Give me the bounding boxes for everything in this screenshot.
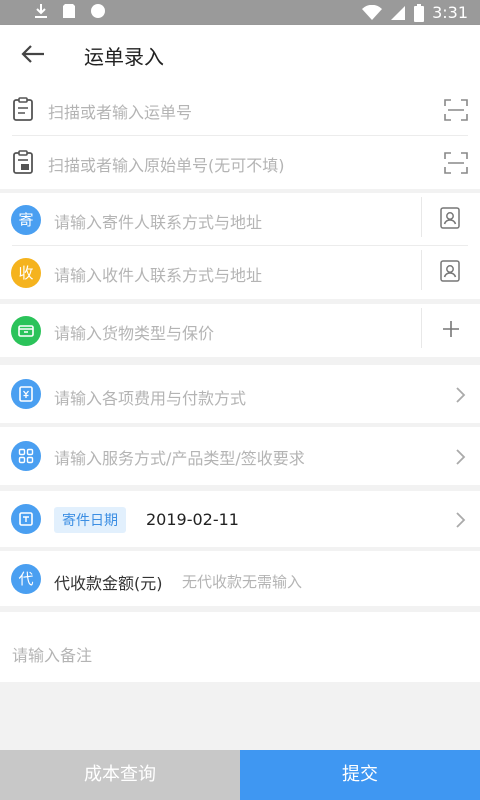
fee-receipt-icon — [11, 379, 41, 409]
sender-badge: 寄 — [11, 205, 41, 235]
download-icon — [34, 3, 48, 19]
contacts-card: 寄 请输入寄件人联系方式与地址 收 请输入收件人联系方式与地址 — [0, 193, 480, 299]
receiver-row[interactable]: 收 请输入收件人联系方式与地址 — [0, 246, 480, 299]
cod-label: 代收款金额(元) — [54, 574, 163, 593]
submit-button[interactable]: 提交 — [240, 750, 480, 800]
date-row[interactable]: 寄件日期 2019-02-11 — [0, 491, 480, 547]
original-number-row[interactable]: 扫描或者输入原始单号(无可不填) — [0, 136, 480, 189]
chevron-right-icon[interactable] — [454, 511, 466, 529]
clipboard-barcode-icon — [12, 150, 34, 174]
clock-time: 3:31 — [432, 3, 468, 22]
goods-input[interactable]: 请输入货物类型与保价 — [54, 320, 214, 344]
calendar-icon — [11, 504, 41, 534]
vertical-divider — [421, 250, 422, 290]
clipboard-icon — [12, 97, 34, 121]
ship-date-value[interactable]: 2019-02-11 — [146, 510, 239, 529]
service-input[interactable]: 请输入服务方式/产品类型/签收要求 — [54, 445, 305, 469]
waybill-card: 扫描或者输入运单号 扫描或者输入原始单号(无可不填) — [0, 83, 480, 189]
chevron-right-icon[interactable] — [454, 386, 466, 404]
waybill-number-input[interactable]: 扫描或者输入运单号 — [48, 99, 192, 123]
fees-row[interactable]: 请输入各项费用与付款方式 — [0, 365, 480, 423]
remark-card: 请输入备注 — [0, 612, 480, 682]
remark-input[interactable]: 请输入备注 — [12, 642, 92, 666]
service-row[interactable]: 请输入服务方式/产品类型/签收要求 — [0, 427, 480, 485]
signal-icon — [390, 5, 406, 21]
grid-apps-icon — [11, 441, 41, 471]
fees-card: 请输入各项费用与付款方式 — [0, 365, 480, 423]
battery-icon — [414, 3, 425, 22]
contact-book-icon[interactable] — [440, 207, 460, 229]
fees-input[interactable]: 请输入各项费用与付款方式 — [54, 385, 246, 409]
goods-card: 请输入货物类型与保价 — [0, 304, 480, 357]
page-title: 运单录入 — [84, 45, 164, 69]
service-card: 请输入服务方式/产品类型/签收要求 — [0, 427, 480, 485]
goods-box-icon — [11, 316, 41, 346]
cod-amount-input[interactable]: 无代收款无需输入 — [182, 571, 302, 592]
receiver-input[interactable]: 请输入收件人联系方式与地址 — [54, 262, 262, 286]
app-header: 运单录入 — [0, 25, 480, 83]
cost-query-button[interactable]: 成本查询 — [0, 750, 240, 800]
vertical-divider — [421, 308, 422, 348]
goods-row[interactable]: 请输入货物类型与保价 — [0, 304, 480, 357]
cod-card: 代 代收款金额(元) 无代收款无需输入 — [0, 551, 480, 606]
status-bar: 3:31 — [0, 0, 480, 25]
back-arrow-icon[interactable] — [20, 42, 46, 66]
date-card: 寄件日期 2019-02-11 — [0, 491, 480, 547]
plus-icon[interactable] — [440, 318, 462, 340]
wifi-icon — [362, 4, 383, 21]
sender-input[interactable]: 请输入寄件人联系方式与地址 — [54, 209, 262, 233]
chevron-right-icon[interactable] — [454, 448, 466, 466]
sender-row[interactable]: 寄 请输入寄件人联系方式与地址 — [0, 193, 480, 246]
sd-card-icon — [62, 3, 76, 19]
cod-badge: 代 — [11, 564, 41, 594]
scan-icon[interactable] — [444, 99, 468, 121]
waybill-number-row[interactable]: 扫描或者输入运单号 — [0, 83, 480, 136]
circle-icon — [90, 3, 106, 19]
contact-book-icon[interactable] — [440, 260, 460, 282]
receiver-badge: 收 — [11, 258, 41, 288]
ship-date-tag: 寄件日期 — [54, 507, 126, 533]
bottom-action-bar: 成本查询 提交 — [0, 750, 480, 800]
cod-row[interactable]: 代 代收款金额(元) 无代收款无需输入 — [0, 551, 480, 606]
vertical-divider — [421, 197, 422, 237]
original-number-input[interactable]: 扫描或者输入原始单号(无可不填) — [48, 152, 285, 176]
scan-icon[interactable] — [444, 152, 468, 174]
